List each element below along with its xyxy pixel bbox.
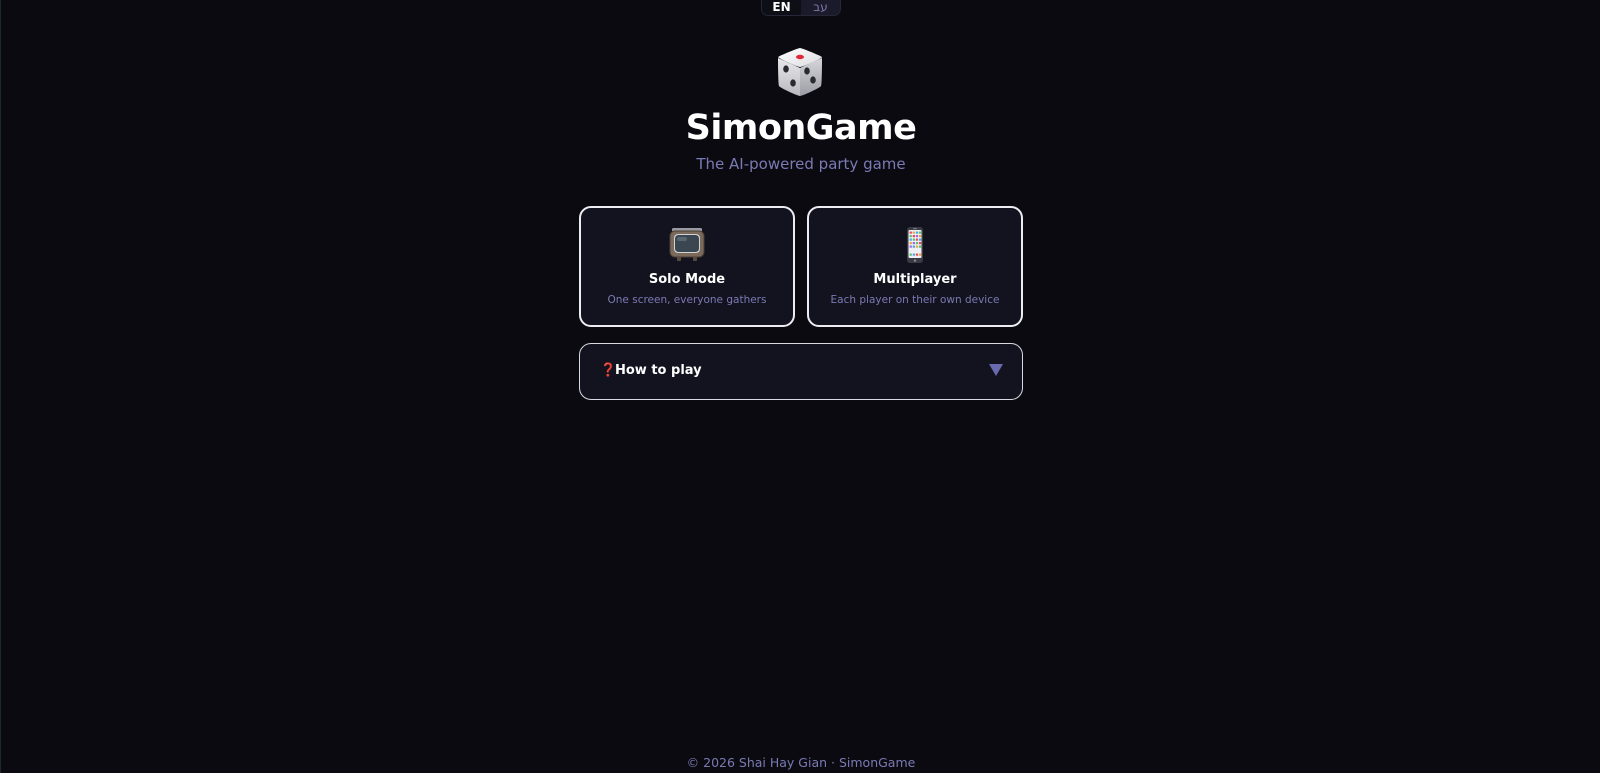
how-to-play-label: How to play xyxy=(615,363,702,378)
footer-copyright: © 2026 Shai Hay Gian · SimonGame xyxy=(686,755,916,770)
multiplayer-mode-button[interactable]: Multiplayer Each player on their own dev… xyxy=(807,206,1023,327)
language-switch: EN עב xyxy=(761,0,841,16)
solo-mode-description: One screen, everyone gathers xyxy=(607,294,767,306)
multiplayer-mode-title: Multiplayer xyxy=(873,272,957,287)
multiplayer-mode-description: Each player on their own device xyxy=(830,294,1000,306)
question-mark-icon: ❓ xyxy=(600,363,617,378)
solo-mode-title: Solo Mode xyxy=(648,272,726,287)
page-subtitle: The AI-powered party game xyxy=(696,155,906,173)
tv-icon xyxy=(669,228,705,261)
how-to-play-toggle[interactable]: ❓ How to play xyxy=(579,343,1023,400)
language-option-he[interactable]: עב xyxy=(801,0,840,15)
mobile-phone-icon xyxy=(907,227,923,263)
chevron-down-icon xyxy=(989,364,1003,376)
solo-mode-button[interactable]: Solo Mode One screen, everyone gathers xyxy=(579,206,795,327)
page-title: SimonGame xyxy=(685,108,917,148)
language-option-en[interactable]: EN xyxy=(762,0,801,15)
app-root: EN עב SimonGame The AI-powered party gam… xyxy=(0,0,1600,773)
dice-icon xyxy=(778,48,823,96)
